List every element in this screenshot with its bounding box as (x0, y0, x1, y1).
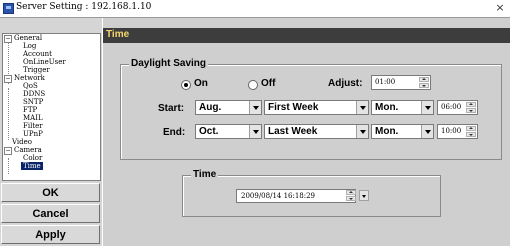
chevron-down-icon[interactable] (421, 101, 433, 114)
main-panel: Time Daylight Saving On Off Adjust: 01:0… (103, 18, 510, 246)
start-label: Start: (158, 103, 185, 114)
tree-item-time[interactable]: Time (21, 162, 43, 170)
end-week-value: Last Week (268, 126, 318, 137)
start-week-select[interactable]: First Week (264, 100, 369, 115)
chevron-down-icon[interactable] (249, 125, 261, 138)
tree-item-color[interactable]: Color (23, 154, 42, 162)
end-time-spinner[interactable]: 10:00 (437, 124, 478, 139)
start-day-select[interactable]: Mon. (371, 100, 434, 115)
collapse-icon[interactable]: − (4, 75, 12, 83)
tree-item-general[interactable]: General (14, 34, 42, 42)
start-time-spinner[interactable]: 06:00 (437, 100, 478, 115)
settings-tree[interactable]: − General Log Account OnLineUser Trigger… (2, 33, 101, 181)
tree-item-network[interactable]: Network (14, 74, 45, 82)
chevron-down-icon[interactable] (249, 101, 261, 114)
chevron-down-icon[interactable] (356, 125, 368, 138)
app-icon (3, 3, 14, 14)
tree-item-filter[interactable]: Filter (23, 122, 43, 130)
tree-item-upnp[interactable]: UPnP (23, 130, 43, 138)
datetime-dropdown-button[interactable] (359, 190, 369, 201)
start-month-select[interactable]: Aug. (195, 100, 262, 115)
daylight-off-radio[interactable] (248, 80, 258, 90)
ok-button[interactable]: OK (1, 183, 100, 202)
tree-item-ftp[interactable]: FTP (23, 106, 37, 114)
tree-item-ddns[interactable]: DDNS (23, 90, 45, 98)
left-panel: − General Log Account OnLineUser Trigger… (0, 18, 102, 246)
end-month-select[interactable]: Oct. (195, 124, 262, 139)
tree-item-video[interactable]: Video (12, 138, 32, 146)
tree-connector (8, 88, 9, 140)
apply-button[interactable]: Apply (1, 225, 100, 244)
collapse-icon[interactable]: − (4, 35, 12, 43)
tree-item-log[interactable]: Log (23, 42, 36, 50)
adjust-spin-buttons[interactable] (419, 77, 429, 88)
daylight-off-label: Off (261, 78, 276, 89)
chevron-down-icon[interactable] (421, 125, 433, 138)
tree-item-mail[interactable]: MAIL (23, 114, 43, 122)
end-month-value: Oct. (199, 126, 219, 137)
cancel-button[interactable]: Cancel (1, 204, 100, 223)
chevron-down-icon[interactable] (356, 101, 368, 114)
tree-item-account[interactable]: Account (23, 50, 52, 58)
tree-connector (8, 158, 9, 174)
datetime-value: 2009/08/14 16:18:29 (241, 192, 316, 200)
end-time-spin-buttons[interactable] (466, 126, 476, 137)
collapse-icon[interactable]: − (4, 147, 12, 155)
end-time-value: 10:00 (441, 127, 462, 135)
time-group-title: Time (191, 169, 219, 180)
start-day-value: Mon. (375, 102, 399, 113)
end-day-value: Mon. (375, 126, 399, 137)
tree-item-qos[interactable]: QoS (23, 82, 38, 90)
window-title: Server Setting : 192.168.1.10 (16, 2, 152, 12)
tree-item-sntp[interactable]: SNTP (23, 98, 43, 106)
close-button[interactable]: × (494, 2, 506, 14)
datetime-spin-buttons[interactable] (346, 190, 356, 201)
time-group: Time 2009/08/14 16:18:29 (182, 169, 441, 217)
start-week-value: First Week (268, 102, 319, 113)
end-day-select[interactable]: Mon. (371, 124, 434, 139)
adjust-label: Adjust: (328, 78, 363, 89)
daylight-on-label: On (194, 78, 208, 89)
start-month-value: Aug. (199, 102, 222, 113)
datetime-spinner[interactable] (335, 189, 357, 203)
title-bar: Server Setting : 192.168.1.10 × (0, 0, 510, 18)
daylight-saving-group: Daylight Saving On Off Adjust: 01:00 Sta… (120, 58, 502, 160)
daylight-saving-title: Daylight Saving (129, 58, 209, 69)
section-header: Time (103, 28, 510, 43)
start-time-value: 06:00 (441, 103, 462, 111)
daylight-on-radio[interactable] (181, 80, 191, 90)
end-label: End: (163, 127, 186, 138)
tree-item-camera[interactable]: Camera (14, 146, 42, 154)
tree-item-trigger[interactable]: Trigger (23, 66, 50, 74)
adjust-value: 01:00 (375, 78, 396, 86)
end-week-select[interactable]: Last Week (264, 124, 369, 139)
tree-item-onlineuser[interactable]: OnLineUser (23, 58, 66, 66)
start-time-spin-buttons[interactable] (466, 102, 476, 113)
section-title: Time (106, 29, 130, 40)
adjust-spinner[interactable]: 01:00 (371, 75, 431, 90)
